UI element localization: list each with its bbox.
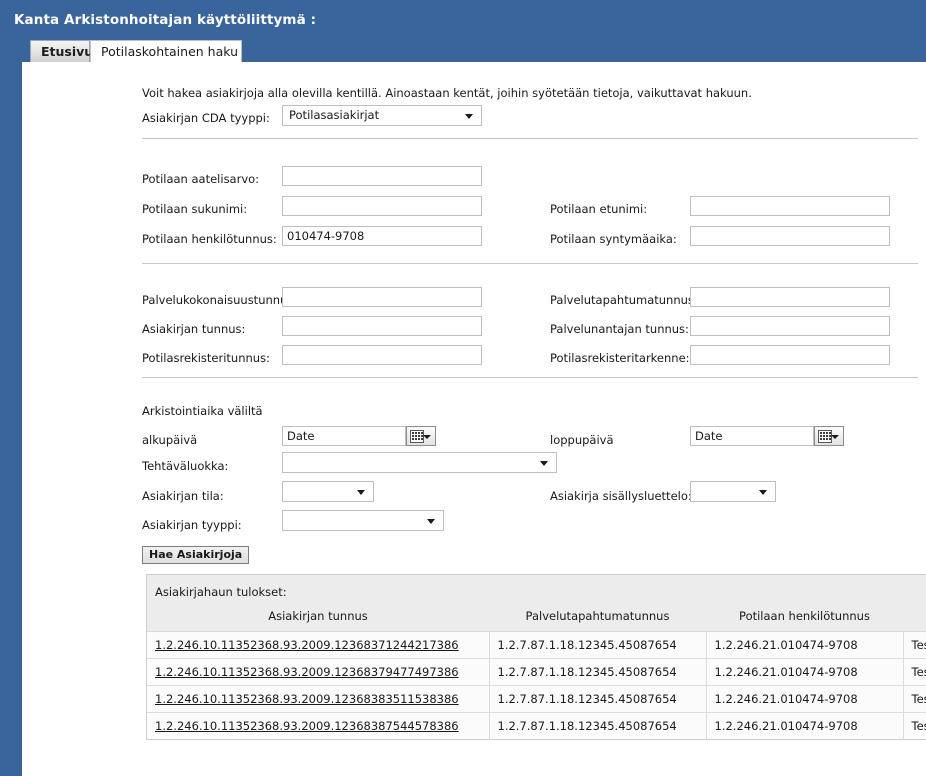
registry-spec-input[interactable] bbox=[690, 345, 890, 365]
cell-document-id: 1.2.246.10.11352368.93.2009.123683835115… bbox=[147, 685, 490, 713]
content-page: Voit hakea asiakirjoja alla olevilla ken… bbox=[22, 62, 926, 776]
doc-state-select[interactable] bbox=[282, 481, 374, 502]
cell-service-event: 1.2.7.87.1.18.12345.45087654 bbox=[489, 658, 707, 686]
patient-lastname-label: Potilaan sukunimi: bbox=[142, 202, 248, 216]
end-date-input[interactable] bbox=[690, 426, 814, 446]
cell-service-event: 1.2.7.87.1.18.12345.45087654 bbox=[489, 685, 707, 713]
task-class-select[interactable] bbox=[282, 452, 557, 473]
cell-patient-ssn: 1.2.246.21.010474-9708 bbox=[706, 631, 904, 659]
document-id-input[interactable] bbox=[282, 316, 482, 336]
table-row: 1.2.246.10.11352368.93.2009.123683875445… bbox=[147, 712, 926, 739]
calendar-icon bbox=[410, 430, 424, 443]
service-entity-label: Palvelukokonaisuustunnus: bbox=[142, 293, 298, 307]
results-table-body: 1.2.246.10.11352368.93.2009.123683712442… bbox=[147, 631, 926, 739]
cda-type-select[interactable]: Potilasasiakirjat bbox=[282, 105, 482, 126]
results-caption: Asiakirjahaun tulokset: bbox=[155, 585, 287, 599]
table-row: 1.2.246.10.11352368.93.2009.123683712442… bbox=[147, 631, 926, 659]
service-entity-input[interactable] bbox=[282, 287, 482, 307]
provider-id-input[interactable] bbox=[690, 316, 890, 336]
tab-etusivu-label: Etusivu bbox=[41, 44, 94, 59]
doc-state-label: Asiakirjan tila: bbox=[142, 489, 224, 503]
cell-person: Testaaja Tait bbox=[903, 712, 926, 739]
divider-2 bbox=[142, 263, 918, 264]
doc-type-label: Asiakirjan tyyppi: bbox=[142, 518, 242, 532]
patient-title-label: Potilaan aatelisarvo: bbox=[142, 172, 260, 186]
tab-etusivu[interactable]: Etusivu bbox=[30, 40, 94, 62]
cell-patient-ssn: 1.2.246.21.010474-9708 bbox=[706, 658, 904, 686]
patient-birthdate-input[interactable] bbox=[690, 226, 890, 246]
chevron-down-icon bbox=[465, 113, 473, 119]
column-header-person: Henkilö bbox=[903, 607, 926, 632]
application-header: Kanta Arkistonhoitajan käyttöliittymä : bbox=[0, 0, 926, 40]
column-header-document-id: Asiakirjan tunnus bbox=[147, 607, 489, 632]
calendar-icon bbox=[818, 430, 832, 443]
cda-type-value: Potilasasiakirjat bbox=[289, 108, 380, 122]
patient-firstname-input[interactable] bbox=[690, 196, 890, 216]
chevron-down-icon bbox=[423, 435, 431, 439]
cell-person: Testaaja Tait bbox=[903, 631, 926, 659]
service-event-label: Palvelutapahtumatunnus: bbox=[550, 293, 698, 307]
document-id-link[interactable]: 1.2.246.10.11352368.93.2009.123683875445… bbox=[155, 719, 459, 733]
doc-index-select[interactable] bbox=[690, 481, 776, 502]
end-date-label: loppupäivä bbox=[550, 433, 614, 447]
cell-patient-ssn: 1.2.246.21.010474-9708 bbox=[706, 685, 904, 713]
patient-ssn-label: Potilaan henkilötunnus: bbox=[142, 232, 277, 246]
page-title: Kanta Arkistonhoitajan käyttöliittymä : bbox=[14, 12, 317, 28]
end-date-calendar-button[interactable] bbox=[814, 426, 844, 446]
patient-firstname-label: Potilaan etunimi: bbox=[550, 202, 648, 216]
patient-birthdate-label: Potilaan syntymäaika: bbox=[550, 232, 677, 246]
cell-service-event: 1.2.7.87.1.18.12345.45087654 bbox=[489, 631, 707, 659]
document-id-link[interactable]: 1.2.246.10.11352368.93.2009.123683794774… bbox=[155, 665, 459, 679]
doc-type-select[interactable] bbox=[282, 510, 444, 531]
results-panel: Asiakirjahaun tulokset: Asiakirjan tunnu… bbox=[146, 574, 926, 740]
registry-id-input[interactable] bbox=[282, 345, 482, 365]
patient-lastname-input[interactable] bbox=[282, 196, 482, 216]
cell-patient-ssn: 1.2.246.21.010474-9708 bbox=[706, 712, 904, 739]
search-documents-button[interactable]: Hae Asiakirjoja bbox=[142, 546, 250, 564]
chevron-down-icon bbox=[427, 518, 435, 524]
registry-spec-label: Potilasrekisteritarkenne: bbox=[550, 351, 690, 365]
patient-title-input[interactable] bbox=[282, 166, 482, 186]
column-header-service-event: Palvelutapahtumatunnus bbox=[489, 607, 706, 632]
cell-document-id: 1.2.246.10.11352368.93.2009.123683794774… bbox=[147, 658, 490, 686]
document-id-link[interactable]: 1.2.246.10.11352368.93.2009.123683835115… bbox=[155, 692, 459, 706]
table-row: 1.2.246.10.11352368.93.2009.123683794774… bbox=[147, 658, 926, 686]
document-id-label: Asiakirjan tunnus: bbox=[142, 322, 246, 336]
patient-ssn-input[interactable] bbox=[282, 226, 482, 246]
cell-document-id: 1.2.246.10.11352368.93.2009.123683875445… bbox=[147, 712, 490, 739]
chevron-down-icon bbox=[540, 460, 548, 466]
start-date-label: alkupäivä bbox=[142, 433, 198, 447]
cell-person: Testaaja Tait bbox=[903, 658, 926, 686]
cell-document-id: 1.2.246.10.11352368.93.2009.123683712442… bbox=[147, 631, 490, 659]
table-header-row: Asiakirjan tunnus Palvelutapahtumatunnus… bbox=[147, 607, 926, 632]
provider-id-label: Palvelunantajan tunnus: bbox=[550, 322, 689, 336]
chevron-down-icon bbox=[759, 489, 767, 495]
divider-1 bbox=[142, 138, 918, 139]
table-row: 1.2.246.10.11352368.93.2009.123683835115… bbox=[147, 685, 926, 713]
search-documents-button-label: Hae Asiakirjoja bbox=[149, 548, 243, 561]
cell-person: Testaaja Tait bbox=[903, 685, 926, 713]
tab-potilaskohtainen-haku-label: Potilaskohtainen haku bbox=[101, 44, 239, 59]
registry-id-label: Potilasrekisteritunnus: bbox=[142, 351, 270, 365]
archive-range-label: Arkistointiaika väliltä bbox=[142, 404, 263, 418]
service-event-input[interactable] bbox=[690, 287, 890, 307]
column-header-patient-ssn: Potilaan henkilötunnus bbox=[706, 607, 903, 632]
chevron-down-icon bbox=[357, 489, 365, 495]
tab-potilaskohtainen-haku[interactable]: Potilaskohtainen haku bbox=[90, 40, 242, 62]
doc-index-label: Asiakirja sisällysluettelo: bbox=[550, 489, 692, 503]
cda-type-label: Asiakirjan CDA tyyppi: bbox=[142, 111, 270, 125]
cell-service-event: 1.2.7.87.1.18.12345.45087654 bbox=[489, 712, 707, 739]
task-class-label: Tehtäväluokka: bbox=[142, 459, 229, 473]
start-date-input[interactable] bbox=[282, 426, 406, 446]
chevron-down-icon bbox=[831, 435, 839, 439]
application-frame: Kanta Arkistonhoitajan käyttöliittymä : … bbox=[0, 0, 926, 776]
results-table: Asiakirjan tunnus Palvelutapahtumatunnus… bbox=[147, 607, 926, 739]
start-date-calendar-button[interactable] bbox=[406, 426, 436, 446]
document-id-link[interactable]: 1.2.246.10.11352368.93.2009.123683712442… bbox=[155, 638, 459, 652]
divider-3 bbox=[142, 377, 918, 378]
intro-text: Voit hakea asiakirjoja alla olevilla ken… bbox=[142, 86, 752, 100]
